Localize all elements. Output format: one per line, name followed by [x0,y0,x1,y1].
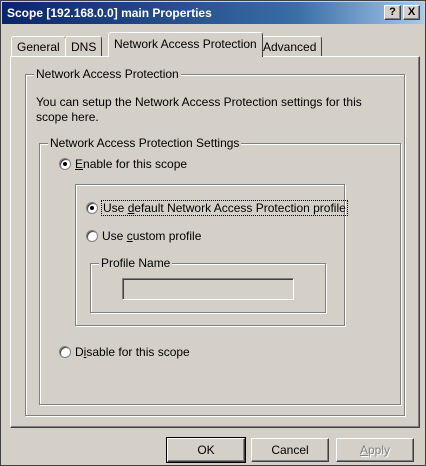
close-button[interactable]: X [403,5,420,20]
close-icon: X [407,6,416,18]
help-button[interactable]: ? [384,5,401,20]
tab-label: Advanced [263,40,317,54]
default-profile-radio-button[interactable] [86,202,98,214]
disable-radio-option[interactable]: Disable for this scope [59,345,190,359]
profile-name-group: Profile Name [90,256,326,313]
custom-profile-radio-button[interactable] [86,230,98,242]
profile-name-legend: Profile Name [99,256,173,270]
properties-dialog: Scope [192.168.0.0] main Properties ? X … [0,0,426,466]
default-profile-radio-option[interactable]: Use default Network Access Protection pr… [86,200,348,216]
custom-profile-radio-option[interactable]: Use custom profile [86,229,201,243]
tab-advanced[interactable]: Advanced [257,36,323,56]
window-title: Scope [192.168.0.0] main Properties [7,6,212,20]
apply-button[interactable]: Apply [336,438,414,462]
default-profile-label: Use default Network Access Protection pr… [101,200,348,216]
custom-profile-label: Use custom profile [102,229,202,243]
enable-radio-option[interactable]: Enable for this scope [59,157,187,171]
title-bar[interactable]: Scope [192.168.0.0] main Properties ? X [2,2,424,24]
settings-group-legend: Network Access Protection Settings [48,136,242,150]
nap-group-legend: Network Access Protection [34,67,181,81]
tab-network-access-protection[interactable]: Network Access Protection [108,32,263,57]
disable-label: Disable for this scope [75,345,190,359]
tab-label: DNS [71,40,97,54]
help-icon: ? [389,6,396,18]
disable-radio-button[interactable] [59,346,71,358]
ok-button[interactable]: OK [166,437,246,463]
tab-label: Network Access Protection [114,37,257,51]
enable-label: Enable for this scope [75,157,188,171]
tab-label: General [17,40,60,54]
tab-dns[interactable]: DNS [65,36,103,56]
enable-radio-button[interactable] [59,158,71,170]
nap-description: You can setup the Network Access Protect… [36,95,362,124]
cancel-button[interactable]: Cancel [251,438,329,462]
tab-general[interactable]: General [11,36,66,56]
